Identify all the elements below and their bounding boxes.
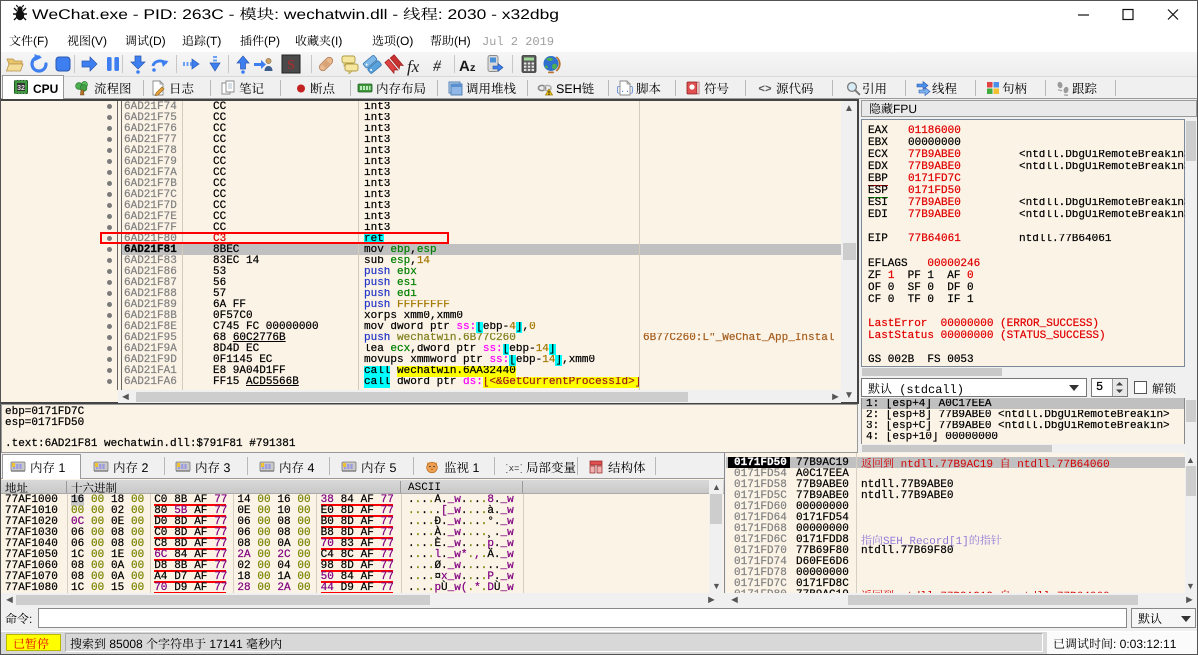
svg-text:32: 32 [17, 85, 25, 92]
svg-text:<>: <> [758, 84, 772, 96]
svg-text:S: S [287, 58, 295, 73]
svg-text:[x=]: [x=] [506, 464, 522, 474]
svg-text:{..}: {..} [617, 86, 633, 95]
